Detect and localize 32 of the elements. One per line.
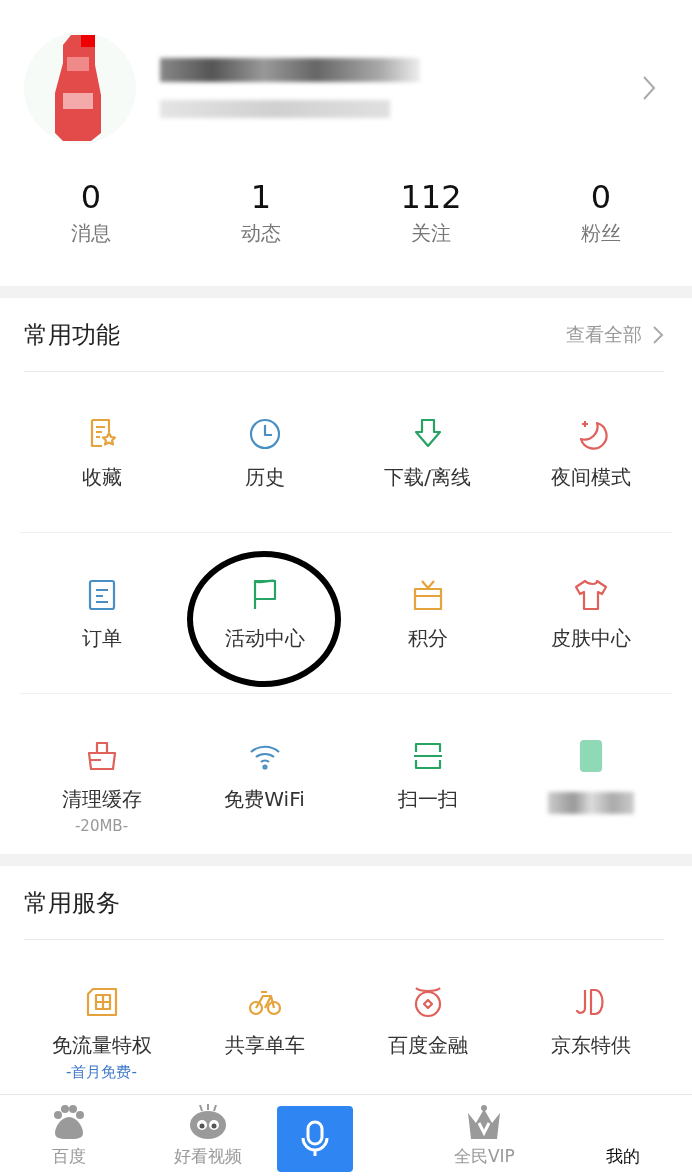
function-label[interactable]: 夜间模式 — [550, 464, 631, 491]
function-label[interactable]: 积分 — [407, 625, 448, 652]
stat-count[interactable]: 0 — [590, 178, 612, 216]
section-title: 常用服务 — [24, 887, 121, 919]
function-label[interactable]: 京东特供 — [550, 1032, 631, 1059]
function-label[interactable]: 下载/离线 — [384, 464, 471, 491]
function-label[interactable]: 百度金融 — [387, 1032, 468, 1059]
stat-count[interactable]: 0 — [80, 178, 102, 216]
stat-label[interactable]: 关注 — [411, 220, 451, 247]
function-label[interactable]: 皮肤中心 — [550, 625, 631, 652]
function-label[interactable]: 收藏 — [81, 464, 122, 491]
function-label[interactable]: 扫一扫 — [397, 786, 458, 813]
function-label[interactable]: 订单 — [81, 625, 122, 652]
function-label[interactable]: 免费WiFi — [224, 786, 305, 813]
section-title: 常用功能 — [24, 319, 121, 351]
function-label[interactable]: 历史 — [244, 464, 285, 491]
stat-count[interactable]: 1 — [250, 178, 272, 216]
function-label[interactable]: 免流量特权 — [51, 1032, 152, 1059]
stat-label[interactable]: 动态 — [241, 220, 281, 247]
function-label[interactable]: 共享单车 — [224, 1032, 305, 1059]
stat-label[interactable]: 粉丝 — [581, 220, 621, 247]
item-note: -20MB- — [74, 817, 129, 835]
tab-item[interactable]: 我的 — [553, 1095, 692, 1176]
cartoon-face-icon — [187, 1103, 228, 1141]
stat-label[interactable]: 消息 — [71, 220, 111, 247]
chevron-icon[interactable] — [642, 75, 656, 101]
voice-search-button[interactable] — [276, 1105, 353, 1172]
item-note: -首月免费- — [66, 1063, 137, 1082]
function-label[interactable]: 清理缓存 — [61, 786, 142, 813]
stat-count[interactable]: 112 — [400, 178, 462, 216]
chevron-icon — [652, 324, 664, 345]
function-label[interactable]: 活动中心 — [224, 625, 305, 652]
